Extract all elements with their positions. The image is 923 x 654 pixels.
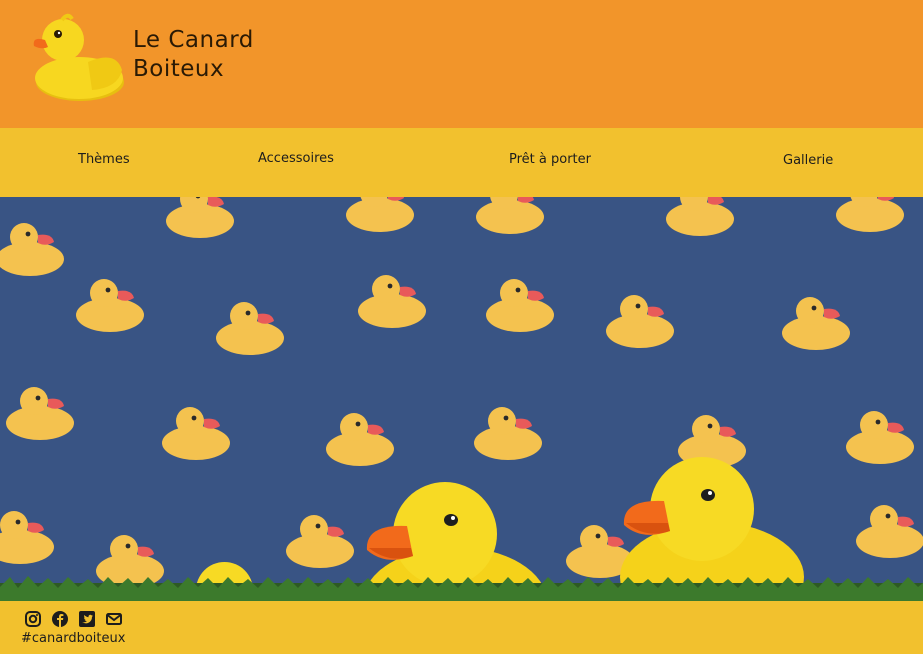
main-navigation: Thèmes Accessoires Prêt à porter Galleri… bbox=[0, 128, 923, 197]
nav-item-accessories[interactable]: Accessoires bbox=[258, 151, 334, 166]
brand-line-2: Boiteux bbox=[133, 56, 225, 82]
hero-banner bbox=[0, 197, 923, 601]
nav-item-ready-to-wear[interactable]: Prêt à porter bbox=[509, 152, 591, 167]
hashtag-text: #canardboiteux bbox=[21, 631, 126, 646]
brand-line-1: Le Canard bbox=[133, 27, 254, 53]
site-header: Le Canard Boiteux bbox=[0, 0, 923, 128]
nav-item-themes[interactable]: Thèmes bbox=[78, 152, 130, 167]
twitter-icon[interactable] bbox=[78, 610, 96, 628]
rubber-ducks-image bbox=[0, 197, 923, 601]
facebook-icon[interactable] bbox=[51, 610, 69, 628]
nav-item-gallery[interactable]: Gallerie bbox=[783, 153, 833, 168]
email-icon[interactable] bbox=[105, 610, 123, 628]
brand-name[interactable]: Le Canard Boiteux bbox=[133, 26, 254, 84]
social-links bbox=[24, 610, 123, 628]
duck-logo-icon[interactable] bbox=[28, 10, 128, 104]
instagram-icon[interactable] bbox=[24, 610, 42, 628]
site-footer: #canardboiteux bbox=[0, 601, 923, 654]
